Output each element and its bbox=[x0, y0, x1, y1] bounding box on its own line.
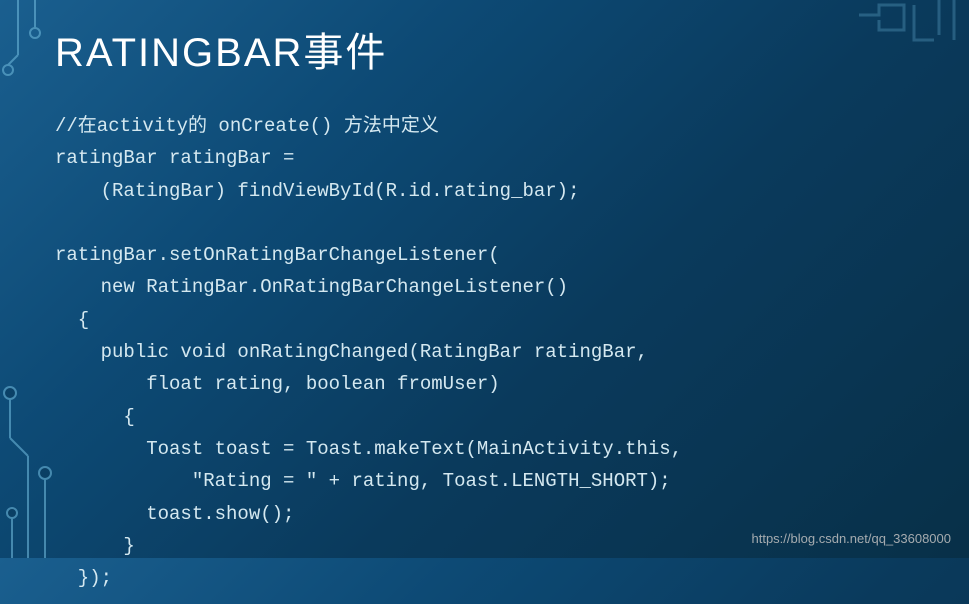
slide-title: RATINGBAR事件 bbox=[55, 20, 914, 78]
code-snippet: //在activity的 onCreate() 方法中定义 ratingBar … bbox=[55, 110, 914, 594]
slide-content: RATINGBAR事件 //在activity的 onCreate() 方法中定… bbox=[0, 0, 969, 604]
